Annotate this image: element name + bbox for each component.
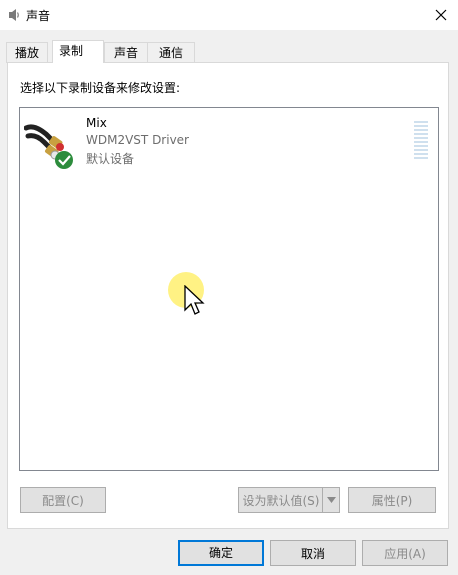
green-check-icon bbox=[55, 151, 73, 169]
device-list[interactable]: Mix WDM2VST Driver 默认设备 bbox=[19, 107, 439, 471]
audio-cable-icon bbox=[24, 124, 73, 169]
window-title: 声音 bbox=[26, 9, 51, 23]
set-default-dropdown[interactable] bbox=[322, 487, 340, 513]
recording-panel: 选择以下录制设备来修改设置: Mix WDM2VST Driver 默认设备 配… bbox=[7, 62, 449, 529]
speaker-icon bbox=[9, 9, 19, 21]
instruction-text: 选择以下录制设备来修改设置: bbox=[20, 81, 181, 95]
tab-sounds[interactable]: 声音 bbox=[104, 42, 148, 63]
device-status: 默认设备 bbox=[86, 152, 135, 166]
device-name: Mix bbox=[86, 116, 107, 130]
device-driver: WDM2VST Driver bbox=[86, 133, 189, 147]
chevron-down-icon bbox=[326, 497, 336, 503]
cancel-button[interactable]: 取消 bbox=[270, 540, 356, 566]
properties-button[interactable]: 属性(P) bbox=[348, 487, 436, 513]
apply-button[interactable]: 应用(A) bbox=[362, 540, 448, 566]
mouse-pointer-icon bbox=[184, 285, 205, 315]
tab-recording[interactable]: 录制 bbox=[52, 40, 104, 63]
configure-button[interactable]: 配置(C) bbox=[20, 487, 106, 513]
set-default-button[interactable]: 设为默认值(S) bbox=[238, 487, 324, 513]
list-item[interactable]: Mix WDM2VST Driver 默认设备 bbox=[24, 116, 428, 176]
title-bar: 声音 bbox=[0, 0, 458, 30]
close-icon bbox=[435, 9, 447, 21]
close-button[interactable] bbox=[424, 0, 458, 30]
ok-button[interactable]: 确定 bbox=[178, 540, 264, 566]
level-meter bbox=[414, 121, 428, 161]
tab-communications[interactable]: 通信 bbox=[147, 42, 195, 63]
tab-playback[interactable]: 播放 bbox=[6, 42, 48, 63]
